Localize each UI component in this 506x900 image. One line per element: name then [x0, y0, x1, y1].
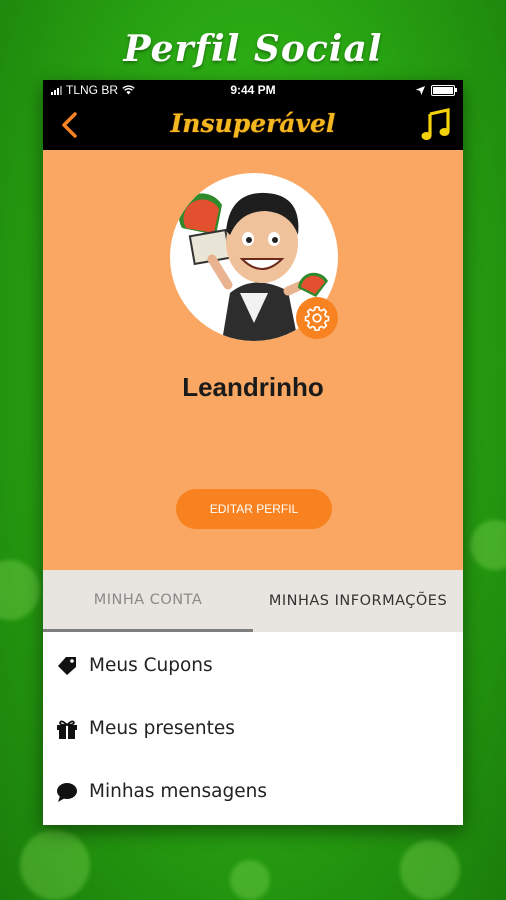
profile-header: Leandrinho EDITAR PERFIL — [43, 150, 463, 570]
phone-screen: TLNG BR 9:44 PM Insuperável Leandrinho E… — [43, 80, 463, 825]
tag-icon — [55, 654, 79, 678]
gift-icon — [55, 717, 79, 741]
battery-icon — [431, 84, 457, 96]
bokeh-light — [470, 520, 506, 570]
music-note-icon[interactable] — [421, 108, 451, 142]
app-title: Insuperável — [170, 109, 336, 138]
menu-item-label: Meus presentes — [89, 718, 235, 739]
menu-item-label: Meus Cupons — [89, 655, 213, 676]
menu-item-presentes[interactable]: Meus presentes — [43, 697, 463, 760]
tab-minhas-informacoes[interactable]: MINHAS INFORMAÇÕES — [253, 570, 463, 632]
bokeh-light — [20, 830, 90, 900]
menu-item-label: Minhas mensagens — [89, 781, 267, 802]
status-time: 9:44 PM — [230, 83, 276, 97]
app-navbar: Insuperável — [43, 100, 463, 150]
gear-icon — [304, 306, 330, 331]
tab-minha-conta[interactable]: MINHA CONTA — [43, 570, 253, 632]
chat-bubble-icon — [55, 780, 79, 804]
menu-item-cupons[interactable]: Meus Cupons — [43, 634, 463, 697]
menu-item-mensagens[interactable]: Minhas mensagens — [43, 760, 463, 823]
settings-button[interactable] — [296, 297, 338, 339]
bokeh-light — [230, 860, 270, 900]
promo-banner-title: Perfil Social — [123, 28, 383, 70]
profile-username: Leandrinho — [182, 372, 324, 402]
profile-tabs: MINHA CONTA MINHAS INFORMAÇÕES — [43, 570, 463, 632]
edit-profile-button[interactable]: EDITAR PERFIL — [176, 489, 332, 529]
status-bar: TLNG BR 9:44 PM — [43, 80, 463, 100]
bokeh-light — [0, 560, 40, 620]
bokeh-light — [400, 840, 460, 900]
